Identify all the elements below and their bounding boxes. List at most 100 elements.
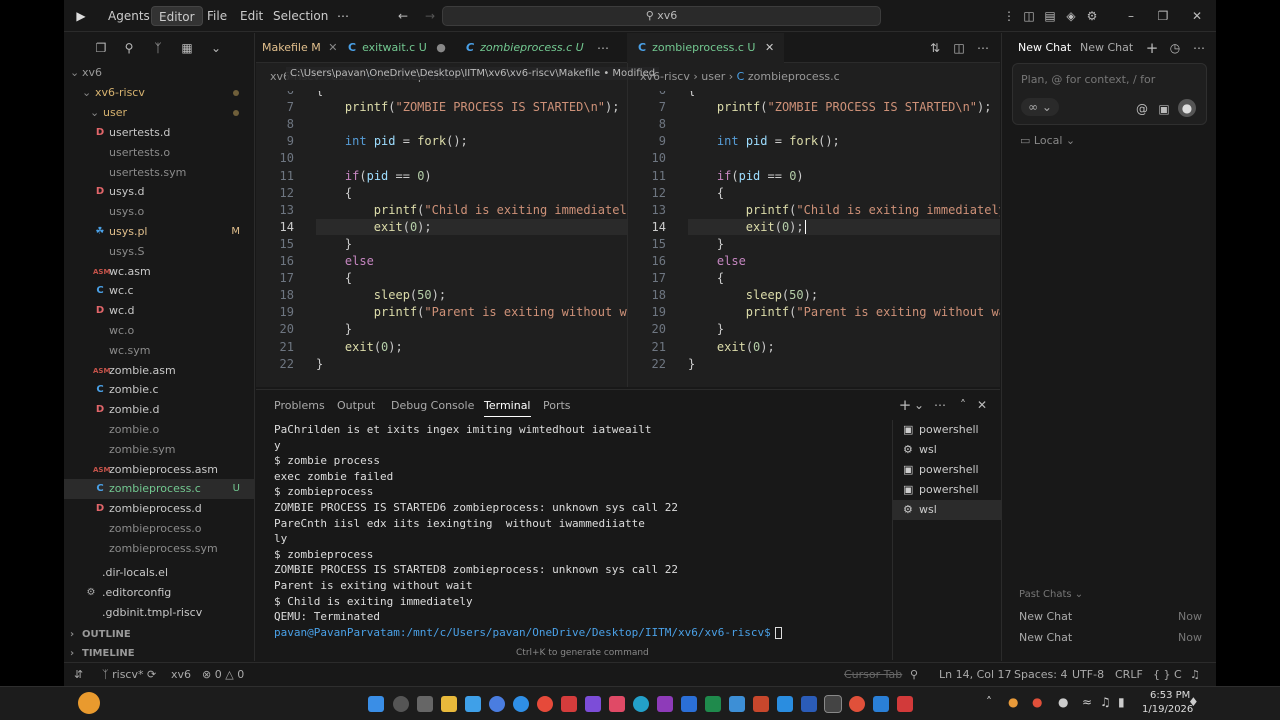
tab-makefile[interactable]: Makefile M ✕	[252, 33, 347, 63]
powerpoint-icon[interactable]	[753, 696, 769, 712]
browser-icon[interactable]	[537, 696, 553, 712]
file-item[interactable]: Czombieprocess.c U	[64, 479, 255, 500]
search-files-icon[interactable]: ⚲	[120, 39, 138, 57]
chrome-icon[interactable]	[489, 696, 505, 712]
file-item[interactable]: ASM wc.asm	[64, 262, 255, 282]
chevron-down-icon[interactable]: ⌄	[207, 39, 225, 57]
file-item[interactable]: ASM zombie.asm	[64, 361, 255, 381]
tab-output[interactable]: Output	[337, 399, 375, 412]
file-item[interactable]: ⚙ .editorconfig	[64, 583, 255, 603]
code-line[interactable]: else	[316, 254, 374, 268]
tree-folder-user[interactable]: ⌄ user	[64, 103, 255, 123]
code-line[interactable]: }	[688, 237, 724, 251]
settings-gear-icon[interactable]: ⚙	[1083, 7, 1101, 25]
tree-root[interactable]: ⌄ xv6	[64, 63, 255, 83]
code-line[interactable]: {	[688, 91, 695, 97]
excel-icon[interactable]	[705, 696, 721, 712]
tray-app2-icon[interactable]: ●	[1032, 695, 1042, 709]
file-item[interactable]: Dzombie.d	[64, 400, 255, 420]
extensions-icon[interactable]: ▦	[178, 39, 196, 57]
image-icon[interactable]: ▣	[1155, 100, 1173, 118]
file-item[interactable]: ASM zombieprocess.asm	[64, 460, 255, 480]
chevron-down-icon[interactable]: ⌄	[910, 396, 928, 414]
files-icon[interactable]: ❐	[92, 39, 110, 57]
code-line[interactable]: }	[316, 357, 323, 371]
edge-icon[interactable]	[633, 696, 649, 712]
code-line[interactable]: sleep(50);	[688, 288, 818, 302]
more-actions-icon[interactable]: ⋯	[931, 396, 949, 414]
bell-icon[interactable]: ♫	[1190, 668, 1200, 681]
terminal-prompt[interactable]: pavan@PavanParvatam:/mnt/c/Users/pavan/O…	[274, 626, 782, 639]
code-line[interactable]: }	[316, 237, 352, 251]
file-item[interactable]: zombie.o	[64, 420, 255, 440]
code-line[interactable]: exit(0);	[688, 219, 806, 234]
wifi-icon[interactable]: ≈	[1082, 695, 1092, 709]
crumb-item[interactable]: xv6-riscv	[640, 70, 690, 83]
start-icon[interactable]	[368, 696, 384, 712]
code-line[interactable]: {	[688, 271, 724, 285]
at-mention-icon[interactable]: @	[1133, 100, 1151, 118]
onenote-icon[interactable]	[657, 696, 673, 712]
pdf-icon[interactable]	[897, 696, 913, 712]
close-panel-icon[interactable]: ✕	[973, 396, 991, 414]
tab-exitwait[interactable]: Cexitwait.c U ●	[338, 33, 456, 63]
file-item[interactable]: zombieprocess.sym	[64, 539, 255, 559]
terminal-instance[interactable]: ▣ powershell	[893, 460, 1001, 480]
past-chat-title[interactable]: New Chat	[1019, 610, 1072, 623]
microphone-icon[interactable]: ●	[1178, 99, 1196, 117]
file-item[interactable]: ☘ usys.pl M	[64, 222, 255, 242]
code-line[interactable]: {	[316, 91, 323, 97]
file-item[interactable]: zombie.sym	[64, 440, 255, 460]
more-actions-icon[interactable]: ⋯	[1190, 39, 1208, 57]
back-arrow-icon[interactable]: ←	[394, 7, 412, 25]
menu-agents[interactable]: Agents	[101, 6, 157, 26]
file-item[interactable]: usys.S	[64, 242, 255, 262]
toggle-panel-icon[interactable]: ▤	[1041, 7, 1059, 25]
code-line[interactable]: {	[316, 271, 352, 285]
task-view-icon[interactable]	[417, 696, 433, 712]
tab-ports[interactable]: Ports	[543, 399, 571, 412]
code-line[interactable]: }	[316, 322, 352, 336]
menu-more-icon[interactable]: ⋯	[330, 6, 356, 26]
tab-new-chat-active[interactable]: New Chat	[1018, 41, 1071, 54]
file-item[interactable]: usertests.sym	[64, 163, 255, 183]
tree-folder-xv6-riscv[interactable]: ⌄ xv6-riscv	[64, 83, 255, 103]
cursor-tab[interactable]: Cursor Tab	[844, 668, 902, 681]
code-line[interactable]: }	[688, 357, 695, 371]
tab-terminal[interactable]: Terminal	[484, 399, 531, 417]
close-window-icon[interactable]: ✕	[1188, 7, 1206, 25]
terminal-instance[interactable]: ⚙ wsl	[893, 500, 1001, 520]
file-item[interactable]: Czombie.c	[64, 380, 255, 400]
code-editor-right[interactable]: 6 {7 printf("ZOMBIE PROCESS IS STARTED\n"…	[628, 91, 1000, 386]
file-item[interactable]: usys.o	[64, 202, 255, 222]
code-line[interactable]: printf("Parent is exiting without wai	[688, 305, 1000, 319]
branch-indicator[interactable]: ᛉ riscv* ⟳	[102, 668, 156, 681]
mode-selector[interactable]: ∞ ⌄	[1021, 98, 1059, 116]
media-icon[interactable]	[609, 696, 625, 712]
menu-selection[interactable]: Selection	[266, 6, 335, 26]
terminal-instance[interactable]: ▣ powershell	[893, 420, 1001, 440]
crumb-item[interactable]: zombieprocess.c	[748, 70, 840, 83]
tab-new-chat[interactable]: New Chat	[1080, 41, 1133, 54]
code-line[interactable]: printf("Parent is exiting without wai	[316, 305, 627, 319]
project-name[interactable]: xv6	[171, 668, 191, 681]
file-item[interactable]: usertests.o	[64, 143, 255, 163]
source-control-icon[interactable]: ᛉ	[149, 39, 167, 57]
code-line[interactable]: printf("ZOMBIE PROCESS IS STARTED\n");	[688, 100, 992, 114]
file-item[interactable]: Dwc.d	[64, 301, 255, 321]
file-item[interactable]: wc.sym	[64, 341, 255, 361]
terminal-instance[interactable]: ⚙ wsl	[893, 440, 1001, 460]
code-line[interactable]: {	[316, 186, 352, 200]
tray-chevron-icon[interactable]: ˄	[986, 695, 992, 709]
dirty-dot-icon[interactable]: ●	[436, 41, 446, 54]
outline-section[interactable]: › OUTLINE	[64, 625, 255, 645]
file-item[interactable]: Dusertests.d	[64, 123, 255, 143]
code-line[interactable]: int pid = fork();	[688, 134, 840, 148]
clock-time[interactable]: 6:53 PM	[1150, 690, 1190, 701]
microphone-icon[interactable]: ●	[1058, 695, 1068, 709]
notification-bell-icon[interactable]: ♦	[1188, 695, 1199, 709]
add-chat-icon[interactable]: +	[1143, 39, 1161, 57]
file-item[interactable]: Dusys.d	[64, 182, 255, 202]
help-icon[interactable]	[513, 696, 529, 712]
chat-input-box[interactable]: Plan, @ for context, / for ∞ ⌄ @ ▣ ●	[1012, 63, 1207, 125]
